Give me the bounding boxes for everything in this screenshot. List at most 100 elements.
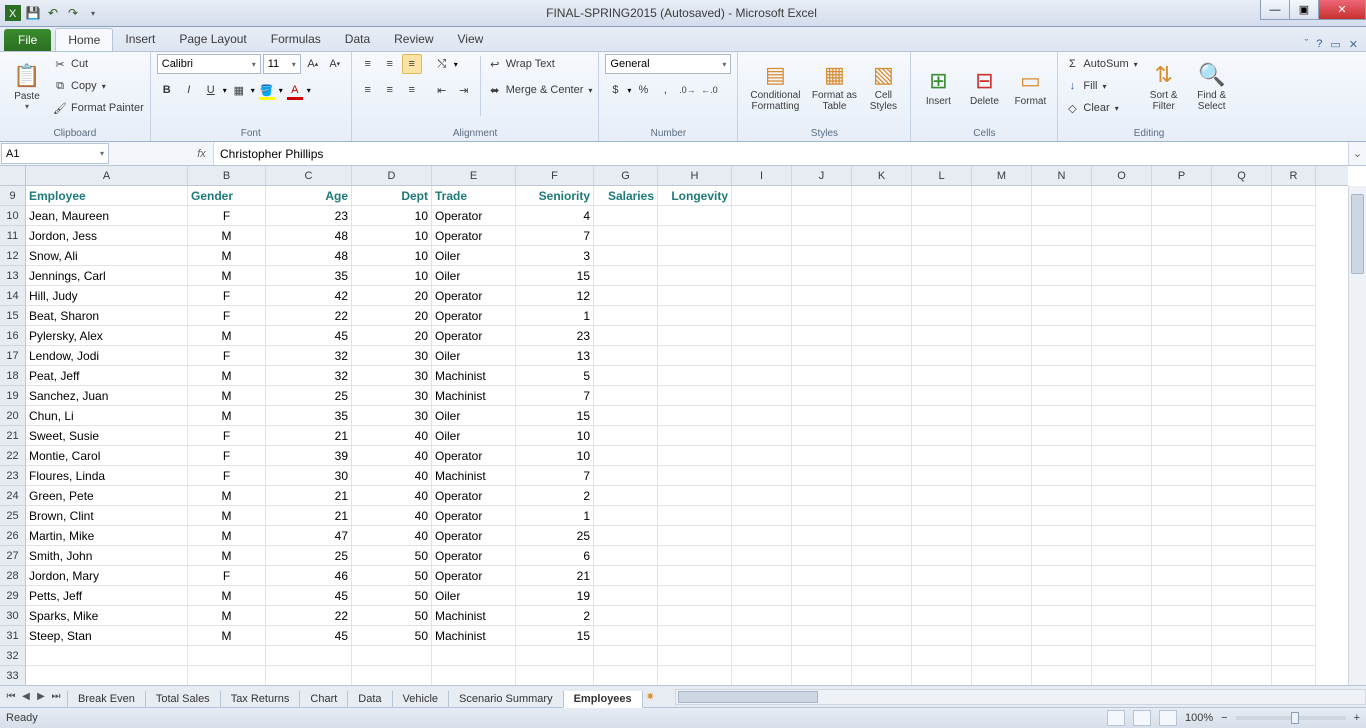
cell-G20[interactable] xyxy=(594,406,658,426)
cell-Q27[interactable] xyxy=(1212,546,1272,566)
col-header-D[interactable]: D xyxy=(352,166,432,185)
cell-K27[interactable] xyxy=(852,546,912,566)
cell-P13[interactable] xyxy=(1152,266,1212,286)
cells-area[interactable]: EmployeeGenderAgeDeptTradeSenioritySalar… xyxy=(26,186,1348,685)
cell-N16[interactable] xyxy=(1032,326,1092,346)
tab-review[interactable]: Review xyxy=(382,28,445,51)
cell-N28[interactable] xyxy=(1032,566,1092,586)
cell-F18[interactable]: 5 xyxy=(516,366,594,386)
cell-A32[interactable] xyxy=(26,646,188,666)
cell-O26[interactable] xyxy=(1092,526,1152,546)
cell-R27[interactable] xyxy=(1272,546,1316,566)
cell-E23[interactable]: Machinist xyxy=(432,466,516,486)
cell-P10[interactable] xyxy=(1152,206,1212,226)
cell-A18[interactable]: Peat, Jeff xyxy=(26,366,188,386)
minimize-button[interactable]: ― xyxy=(1260,0,1290,20)
cell-A12[interactable]: Snow, Ali xyxy=(26,246,188,266)
tab-data[interactable]: Data xyxy=(333,28,382,51)
cell-F11[interactable]: 7 xyxy=(516,226,594,246)
cell-D21[interactable]: 40 xyxy=(352,426,432,446)
horizontal-scrollbar[interactable] xyxy=(675,689,1366,705)
cell-O23[interactable] xyxy=(1092,466,1152,486)
cell-N31[interactable] xyxy=(1032,626,1092,646)
cell-J30[interactable] xyxy=(792,606,852,626)
cell-C32[interactable] xyxy=(266,646,352,666)
cell-D11[interactable]: 10 xyxy=(352,226,432,246)
cell-A11[interactable]: Jordon, Jess xyxy=(26,226,188,246)
row-header-27[interactable]: 27 xyxy=(0,546,25,566)
cell-Q15[interactable] xyxy=(1212,306,1272,326)
sheet-nav-last-icon[interactable]: ⏭ xyxy=(49,691,63,702)
cell-D9[interactable]: Dept xyxy=(352,186,432,206)
cell-J14[interactable] xyxy=(792,286,852,306)
cell-I33[interactable] xyxy=(732,666,792,685)
sheet-tab-data[interactable]: Data xyxy=(347,691,392,708)
row-header-19[interactable]: 19 xyxy=(0,386,25,406)
cell-H22[interactable] xyxy=(658,446,732,466)
cell-P21[interactable] xyxy=(1152,426,1212,446)
cell-A23[interactable]: Floures, Linda xyxy=(26,466,188,486)
cell-N25[interactable] xyxy=(1032,506,1092,526)
row-header-28[interactable]: 28 xyxy=(0,566,25,586)
cell-Q33[interactable] xyxy=(1212,666,1272,685)
cell-J25[interactable] xyxy=(792,506,852,526)
cell-K28[interactable] xyxy=(852,566,912,586)
cell-A13[interactable]: Jennings, Carl xyxy=(26,266,188,286)
cell-C12[interactable]: 48 xyxy=(266,246,352,266)
row-header-15[interactable]: 15 xyxy=(0,306,25,326)
cell-N11[interactable] xyxy=(1032,226,1092,246)
cell-O9[interactable] xyxy=(1092,186,1152,206)
cell-K23[interactable] xyxy=(852,466,912,486)
cell-P11[interactable] xyxy=(1152,226,1212,246)
format-as-table-button[interactable]: ▦Format as Table xyxy=(810,54,858,120)
grow-font-button[interactable]: A▴ xyxy=(303,54,323,74)
help-icon[interactable]: ? xyxy=(1316,38,1322,51)
cell-P23[interactable] xyxy=(1152,466,1212,486)
name-box[interactable]: A1▾ xyxy=(1,143,109,164)
cell-G15[interactable] xyxy=(594,306,658,326)
cell-C23[interactable]: 30 xyxy=(266,466,352,486)
cell-J24[interactable] xyxy=(792,486,852,506)
cell-G31[interactable] xyxy=(594,626,658,646)
cell-Q28[interactable] xyxy=(1212,566,1272,586)
cell-G28[interactable] xyxy=(594,566,658,586)
cell-F19[interactable]: 7 xyxy=(516,386,594,406)
cell-P32[interactable] xyxy=(1152,646,1212,666)
cell-I14[interactable] xyxy=(732,286,792,306)
cell-F32[interactable] xyxy=(516,646,594,666)
cell-D26[interactable]: 40 xyxy=(352,526,432,546)
cell-Q13[interactable] xyxy=(1212,266,1272,286)
cell-F16[interactable]: 23 xyxy=(516,326,594,346)
row-header-25[interactable]: 25 xyxy=(0,506,25,526)
cell-J22[interactable] xyxy=(792,446,852,466)
cell-B14[interactable]: F xyxy=(188,286,266,306)
cell-A15[interactable]: Beat, Sharon xyxy=(26,306,188,326)
close-button[interactable]: ✕ xyxy=(1318,0,1366,20)
cell-E28[interactable]: Operator xyxy=(432,566,516,586)
cell-N15[interactable] xyxy=(1032,306,1092,326)
cell-M23[interactable] xyxy=(972,466,1032,486)
cell-D24[interactable]: 40 xyxy=(352,486,432,506)
cell-R32[interactable] xyxy=(1272,646,1316,666)
cell-R15[interactable] xyxy=(1272,306,1316,326)
cell-O21[interactable] xyxy=(1092,426,1152,446)
cell-H23[interactable] xyxy=(658,466,732,486)
vertical-scrollbar[interactable] xyxy=(1348,186,1366,685)
cell-M19[interactable] xyxy=(972,386,1032,406)
cell-F24[interactable]: 2 xyxy=(516,486,594,506)
cell-N22[interactable] xyxy=(1032,446,1092,466)
cell-Q18[interactable] xyxy=(1212,366,1272,386)
cell-F25[interactable]: 1 xyxy=(516,506,594,526)
cell-P29[interactable] xyxy=(1152,586,1212,606)
font-size-combo[interactable]: 11▾ xyxy=(263,54,301,74)
cell-A16[interactable]: Pylersky, Alex xyxy=(26,326,188,346)
cell-A24[interactable]: Green, Pete xyxy=(26,486,188,506)
cell-K21[interactable] xyxy=(852,426,912,446)
cell-E26[interactable]: Operator xyxy=(432,526,516,546)
cell-F31[interactable]: 15 xyxy=(516,626,594,646)
cell-K14[interactable] xyxy=(852,286,912,306)
cell-H18[interactable] xyxy=(658,366,732,386)
cell-A33[interactable] xyxy=(26,666,188,685)
cell-L28[interactable] xyxy=(912,566,972,586)
cell-F14[interactable]: 12 xyxy=(516,286,594,306)
